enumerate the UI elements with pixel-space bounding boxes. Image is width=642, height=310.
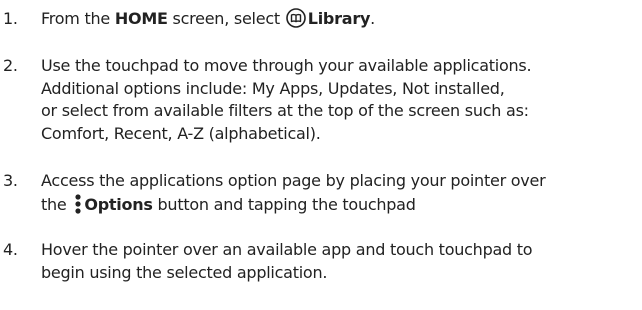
step-text: Use the touchpad to move through your av… <box>41 55 639 145</box>
step-text-segment: From the <box>41 9 115 28</box>
step-text-segment: the <box>41 194 72 214</box>
step-line: Comfort, Recent, A-Z (alphabetical). <box>41 123 321 143</box>
library-label: Library <box>307 9 371 28</box>
step-text: Access the applications option page by p… <box>41 170 639 216</box>
step-number: 2. <box>3 56 18 75</box>
step-line: or select from available filters at the … <box>41 101 529 120</box>
step-line: Hover the pointer over an available app … <box>41 240 533 259</box>
step-line: Additional options include: My Apps, Upd… <box>41 78 505 98</box>
step-line: the Options button and tapping the touch… <box>41 193 639 217</box>
library-book-icon <box>285 8 306 28</box>
options-dots-icon <box>73 193 83 215</box>
options-label: Options <box>84 194 153 214</box>
step-text: From the HOME screen, select Library. <box>41 8 639 31</box>
step-number: 1. <box>3 9 18 28</box>
step-number: 4. <box>3 240 18 259</box>
step-text-segment: button and tapping the touchpad <box>152 194 416 214</box>
step-line: Access the applications option page by p… <box>41 171 546 190</box>
step-text: Hover the pointer over an available app … <box>41 239 639 284</box>
step-line: begin using the selected application. <box>41 262 328 282</box>
step-text-segment: . <box>370 9 375 28</box>
step-line: Use the touchpad to move through your av… <box>41 56 532 75</box>
step-number: 3. <box>3 171 18 190</box>
home-label: HOME <box>114 9 168 28</box>
step-text-segment: screen, select <box>167 9 285 28</box>
